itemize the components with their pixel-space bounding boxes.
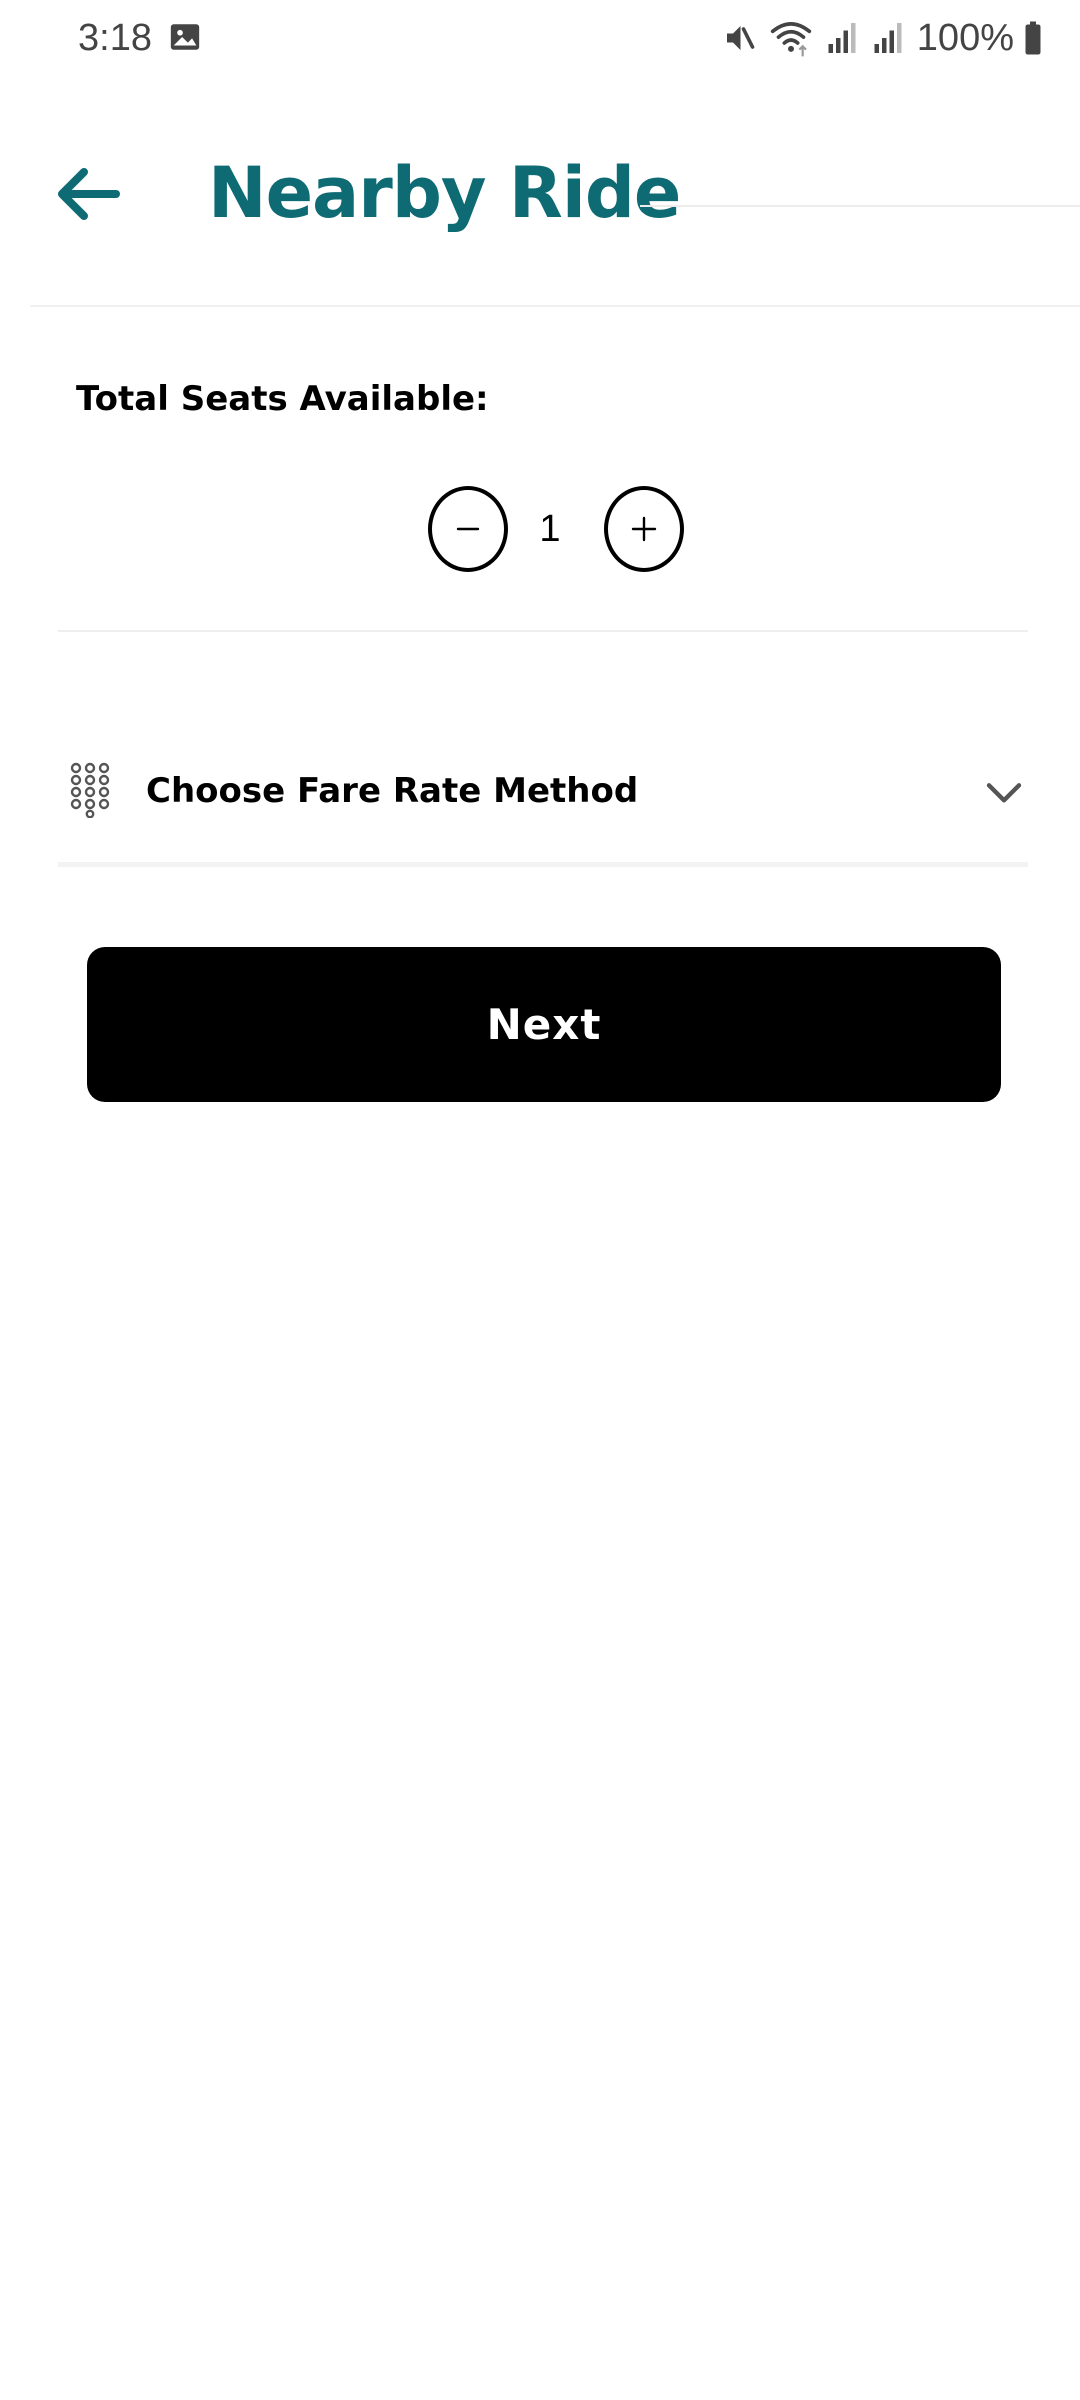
header-divider (30, 305, 1080, 307)
minus-icon (456, 527, 480, 531)
arrow-left-icon (58, 168, 120, 220)
next-button-label: Next (486, 1000, 602, 1049)
fare-rate-label: Choose Fare Rate Method (146, 771, 639, 811)
battery-icon (1025, 21, 1041, 55)
seats-divider (58, 630, 1028, 632)
fare-rate-method-dropdown[interactable]: Choose Fare Rate Method (58, 736, 1028, 846)
decrement-seats-button[interactable] (428, 486, 508, 572)
title-divider (640, 205, 1080, 207)
battery-percentage: 100% (916, 16, 1014, 59)
seats-label: Total Seats Available: (76, 379, 489, 419)
plus-icon (631, 516, 657, 542)
page-title: Nearby Ride (208, 152, 681, 234)
fare-divider (58, 862, 1028, 867)
signal-icon (874, 23, 902, 53)
signal-icon (828, 23, 856, 53)
next-button[interactable]: Next (87, 947, 1001, 1102)
seats-count: 1 (539, 508, 561, 550)
status-icons: 100% (721, 14, 1044, 62)
keypad-icon (70, 762, 110, 818)
wifi-icon (770, 22, 811, 57)
mute-icon (726, 26, 755, 50)
increment-seats-button[interactable] (604, 486, 684, 572)
chevron-down-icon (986, 783, 1022, 803)
gallery-icon (170, 24, 200, 50)
status-bar: 3:18 100% (0, 0, 1080, 76)
back-button[interactable] (46, 152, 130, 236)
status-time: 3:18 (78, 17, 152, 59)
